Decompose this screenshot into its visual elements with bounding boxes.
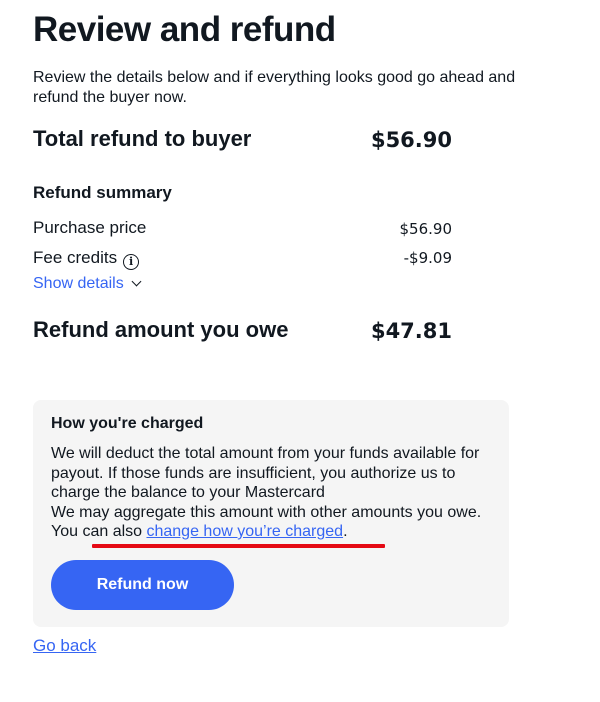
refund-owed-value: $47.81 (370, 319, 452, 343)
purchase-price-value: $56.90 (399, 220, 453, 238)
purchase-price-label: Purchase price (33, 218, 147, 237)
show-details-link[interactable]: Show details (33, 273, 142, 295)
refund-summary-heading: Refund summary (33, 183, 172, 202)
fee-credits-value: -$9.09 (403, 249, 452, 267)
aggregate-text: We may aggregate this amount with other … (51, 503, 482, 541)
fee-credits-row: Fee credits i (33, 247, 140, 270)
fee-credits-label: Fee credits (33, 248, 118, 267)
intro-text: Review the details below and if everythi… (33, 69, 516, 106)
how-charged-text: We will deduct the total amount from you… (51, 444, 496, 542)
page-title: Review and refund (33, 10, 336, 49)
show-details-label: Show details (33, 275, 124, 292)
go-back-link[interactable]: Go back (33, 635, 96, 657)
refund-owed-label: Refund amount you owe (33, 317, 289, 342)
how-charged-heading: How you're charged (51, 415, 204, 432)
charge-explanation: We will deduct the total amount from you… (51, 445, 480, 501)
chevron-down-icon (131, 276, 142, 287)
refund-now-button[interactable]: Refund now (51, 560, 234, 610)
total-refund-value: $56.90 (370, 128, 452, 152)
change-how-charged-link[interactable]: change how you’re charged (146, 523, 343, 540)
info-icon[interactable]: i (123, 254, 140, 270)
total-refund-label: Total refund to buyer (33, 126, 252, 151)
annotation-underline (92, 544, 385, 548)
